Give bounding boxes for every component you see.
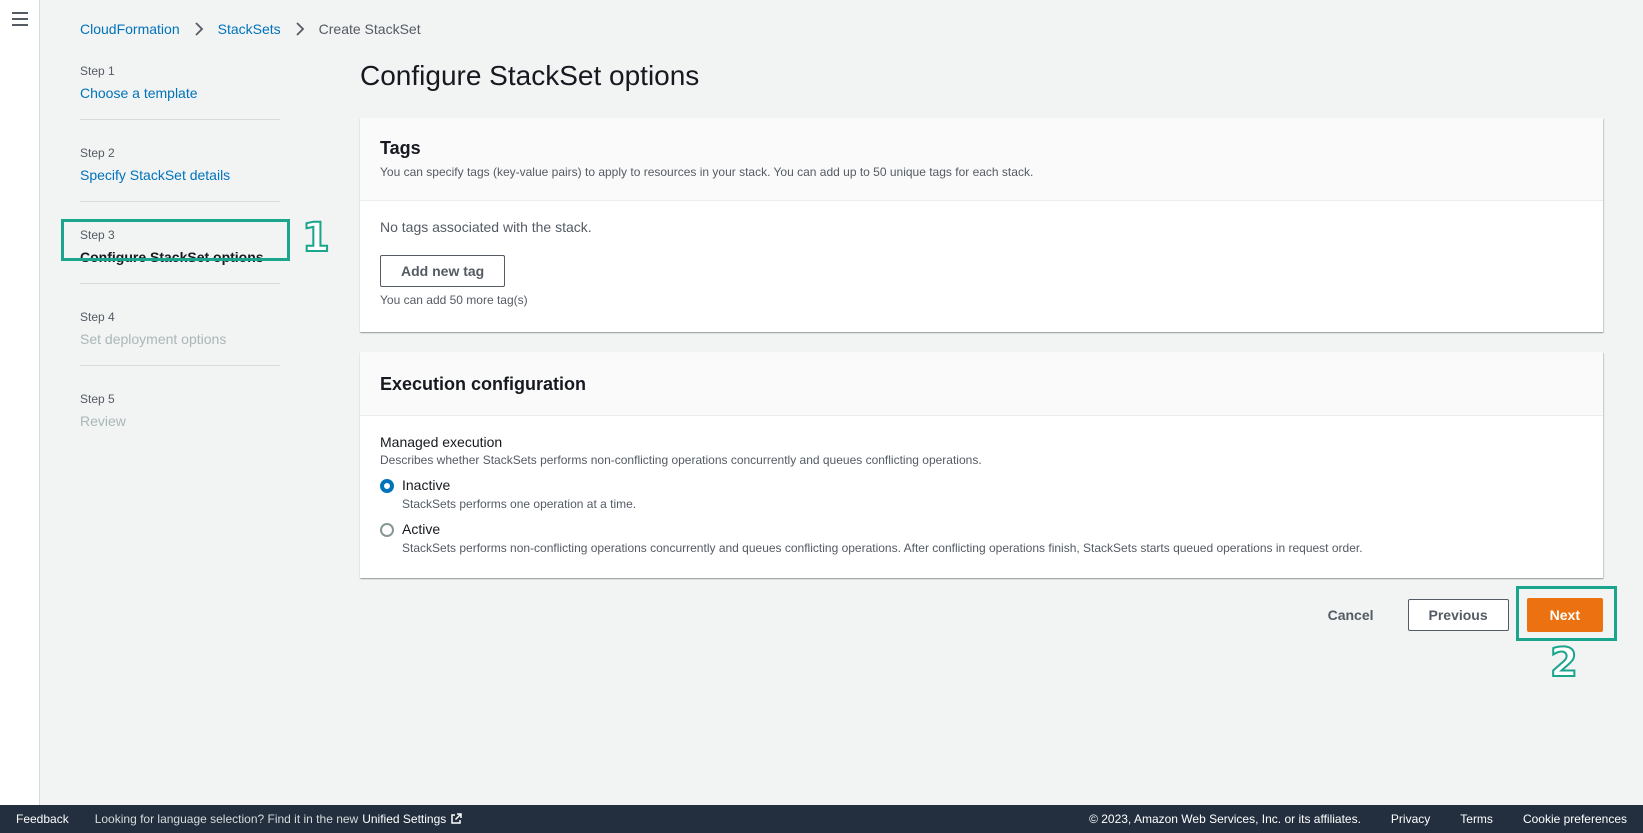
tags-panel: Tags You can specify tags (key-value pai… — [360, 118, 1603, 332]
wizard-step-5: Step 5 Review — [80, 386, 280, 448]
tags-description: You can specify tags (key-value pairs) t… — [380, 165, 1034, 179]
tags-remaining-hint: You can add 50 more tag(s) — [380, 293, 528, 307]
cancel-button[interactable]: Cancel — [1308, 599, 1394, 631]
footer-right: © 2023, Amazon Web Services, Inc. or its… — [1059, 812, 1627, 826]
wizard-step-4: Step 4 Set deployment options — [80, 304, 280, 366]
annotation-highlight-box — [1516, 586, 1617, 641]
execution-panel-body: Managed execution Describes whether Stac… — [360, 416, 1603, 575]
managed-execution-desc: Describes whether StackSets performs non… — [380, 453, 982, 467]
execution-title: Execution configuration — [380, 374, 587, 394]
radio-label: Inactive — [402, 477, 451, 493]
annotation-number: 1 — [301, 214, 331, 262]
previous-button[interactable]: Previous — [1407, 599, 1509, 631]
radio-label: Active — [402, 521, 441, 537]
managed-execution-label: Managed execution — [380, 434, 503, 450]
tags-panel-header: Tags You can specify tags (key-value pai… — [360, 118, 1603, 201]
terms-link[interactable]: Terms — [1460, 812, 1493, 826]
step-disabled-deployment: Set deployment options — [80, 331, 227, 347]
side-rail — [0, 0, 40, 805]
unified-settings-label: Unified Settings — [362, 812, 447, 826]
cookie-preferences-link[interactable]: Cookie preferences — [1523, 812, 1627, 826]
step-number: Step 5 — [80, 392, 115, 406]
step-link-specify-details[interactable]: Specify StackSet details — [80, 164, 280, 186]
execution-config-panel: Execution configuration Managed executio… — [360, 352, 1603, 578]
language-prompt: Looking for language selection? Find it … — [94, 812, 359, 826]
unified-settings-link[interactable]: Unified Settings — [362, 812, 463, 826]
step-number: Step 2 — [80, 146, 115, 160]
radio-desc: StackSets performs one operation at a ti… — [402, 497, 637, 511]
wizard-step-2: Step 2 Specify StackSet details — [80, 140, 280, 202]
radio-option-active[interactable]: Active StackSets performs non-conflictin… — [380, 521, 1583, 555]
radio-desc: StackSets performs non-conflicting opera… — [402, 541, 1363, 555]
tags-empty-text: No tags associated with the stack. — [380, 219, 592, 235]
step-disabled-review: Review — [80, 413, 126, 429]
feedback-link[interactable]: Feedback — [16, 812, 69, 826]
menu-icon[interactable] — [12, 12, 28, 26]
external-link-icon — [451, 813, 463, 824]
page-title: Configure StackSet options — [360, 60, 700, 91]
radio-unchecked-icon[interactable] — [380, 523, 394, 537]
annotation-number: 2 — [1549, 639, 1579, 687]
annotation-highlight-box — [61, 219, 290, 261]
page-footer: Feedback Looking for language selection?… — [0, 805, 1643, 833]
radio-checked-icon[interactable] — [380, 479, 394, 493]
step-number: Step 1 — [80, 64, 115, 78]
chevron-right-icon — [293, 22, 307, 36]
breadcrumb-current: Create StackSet — [318, 21, 421, 37]
step-number: Step 4 — [80, 310, 115, 324]
step-link-choose-template[interactable]: Choose a template — [80, 82, 280, 104]
tags-title: Tags — [380, 138, 421, 158]
tags-panel-body: No tags associated with the stack. Add n… — [360, 201, 1603, 327]
breadcrumb-cloudformation[interactable]: CloudFormation — [80, 21, 180, 37]
breadcrumb-stacksets[interactable]: StackSets — [218, 21, 281, 37]
privacy-link[interactable]: Privacy — [1391, 812, 1430, 826]
wizard-steps: Step 1 Choose a template Step 2 Specify … — [80, 58, 280, 468]
add-new-tag-button[interactable]: Add new tag — [380, 255, 506, 287]
chevron-right-icon — [192, 22, 206, 36]
execution-panel-header: Execution configuration — [360, 352, 1603, 416]
copyright-text: © 2023, Amazon Web Services, Inc. or its… — [1089, 812, 1361, 826]
breadcrumb: CloudFormation StackSets Create StackSet — [80, 21, 421, 37]
radio-option-inactive[interactable]: Inactive StackSets performs one operatio… — [380, 477, 1583, 511]
wizard-step-1: Step 1 Choose a template — [80, 58, 280, 120]
